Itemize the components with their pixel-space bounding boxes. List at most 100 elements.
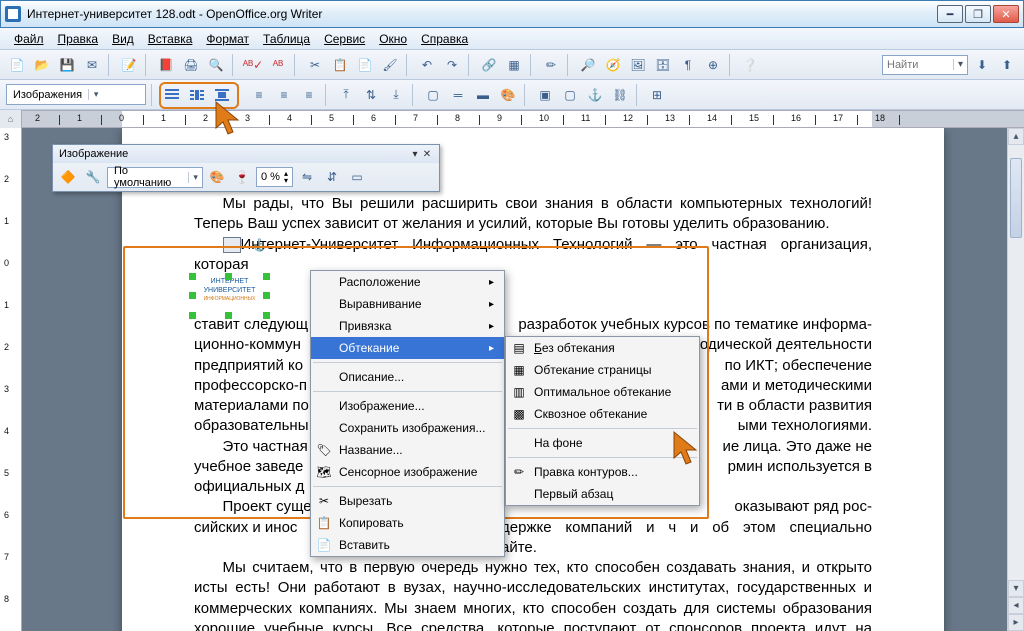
ctx-cut[interactable]: ✂Вырезать <box>311 490 504 512</box>
toolbar-dropdown-icon[interactable]: ▾ <box>409 149 421 160</box>
autospell-button[interactable]: ᴬᴮ <box>267 54 289 76</box>
ctx-name[interactable]: 🏷Название... <box>311 439 504 461</box>
ctx-image[interactable]: Изображение... <box>311 395 504 417</box>
save-button[interactable]: 💾 <box>56 54 78 76</box>
next-page-button[interactable]: ▸ <box>1008 614 1024 631</box>
wrap-page[interactable]: ▦Обтекание страницы <box>506 359 699 381</box>
email-button[interactable]: ✉ <box>81 54 103 76</box>
find-dropdown[interactable]: ▾ <box>953 59 967 70</box>
pdf-button[interactable]: 📕 <box>155 54 177 76</box>
image-toolbar[interactable]: Изображение ▾ ✕ 🔶 🔧 По умолчанию▾ 🎨 🍷 0 … <box>52 144 440 192</box>
find-next-button[interactable]: ⬇ <box>971 54 993 76</box>
wrap-first-para[interactable]: Первый абзац <box>506 483 699 505</box>
wrap-contour[interactable]: ✏Правка контуров... <box>506 461 699 483</box>
menu-table[interactable]: Таблица <box>257 30 316 48</box>
flip-h-button[interactable]: ⇋ <box>296 166 318 188</box>
transparency-button[interactable]: 🍷 <box>231 166 253 188</box>
wrap-through-button[interactable] <box>211 84 233 106</box>
menu-tools[interactable]: Сервис <box>318 30 371 48</box>
wrap-off-button[interactable] <box>161 84 183 106</box>
prev-page-button[interactable]: ◂ <box>1008 597 1024 614</box>
close-button[interactable]: ✕ <box>993 5 1019 23</box>
format-paint-button[interactable]: 🖌 <box>379 54 401 76</box>
wrap-submenu[interactable]: ▤Без обтекания ▦Обтекание страницы ▥Опти… <box>505 336 700 506</box>
wrap-none[interactable]: ▤Без обтекания <box>506 337 699 359</box>
gallery-button[interactable]: 🖼 <box>627 54 649 76</box>
redo-button[interactable]: ↷ <box>441 54 463 76</box>
align-left-button[interactable]: ≡ <box>248 84 270 106</box>
middle-button[interactable]: ⇅ <box>360 84 382 106</box>
ctx-sensor[interactable]: 🗺Сенсорное изображение <box>311 461 504 483</box>
wrap-optimal[interactable]: ▥Оптимальное обтекание <box>506 381 699 403</box>
graphics-mode-combo[interactable]: По умолчанию▾ <box>107 167 203 188</box>
wrap-background[interactable]: На фоне <box>506 432 699 454</box>
find-button[interactable]: 🔎 <box>577 54 599 76</box>
datasource-button[interactable]: 🗄 <box>652 54 674 76</box>
help-button[interactable]: ❔ <box>739 54 761 76</box>
color-button[interactable]: 🎨 <box>206 166 228 188</box>
linestyle-button[interactable]: ═ <box>447 84 469 106</box>
bring-front-button[interactable]: ▣ <box>534 84 556 106</box>
align-right-button[interactable]: ≡ <box>298 84 320 106</box>
paste-button[interactable]: 📄 <box>354 54 376 76</box>
scroll-up-button[interactable]: ▴ <box>1008 128 1024 145</box>
menu-file[interactable]: Файл <box>8 30 50 48</box>
navigator-button[interactable]: 🧭 <box>602 54 624 76</box>
bgcolor-button[interactable]: 🎨 <box>497 84 519 106</box>
align-center-button[interactable]: ≡ <box>273 84 295 106</box>
bottom-button[interactable]: ⤓ <box>385 84 407 106</box>
embedded-image[interactable]: ИНТЕРНЕТ УНИВЕРСИТЕТ ИНФОРМАЦИОННЫХ <box>193 277 266 315</box>
menu-format[interactable]: Формат <box>200 30 255 48</box>
menu-window[interactable]: Окно <box>373 30 413 48</box>
context-menu[interactable]: Расположение▸ Выравнивание▸ Привязка▸ Об… <box>310 270 505 557</box>
scroll-down-button[interactable]: ▾ <box>1008 580 1024 597</box>
graphics-menu-button[interactable]: 🔧 <box>82 166 104 188</box>
preview-button[interactable]: 🔍 <box>205 54 227 76</box>
ctx-copy[interactable]: 📋Копировать <box>311 512 504 534</box>
menu-insert[interactable]: Вставка <box>142 30 199 48</box>
frame-props-button[interactable]: ⊞ <box>646 84 668 106</box>
ctx-save-image[interactable]: Сохранить изображения... <box>311 417 504 439</box>
zoom-button[interactable]: ⊕ <box>702 54 724 76</box>
edit-mode-button[interactable]: 📝 <box>118 54 140 76</box>
image-toolbar-title[interactable]: Изображение ▾ ✕ <box>53 145 439 163</box>
wrap-page-button[interactable] <box>186 84 208 106</box>
minimize-button[interactable]: ━ <box>937 5 963 23</box>
nonprint-button[interactable]: ¶ <box>677 54 699 76</box>
horizontal-ruler[interactable]: 3210123456789101112131415161718 <box>22 110 1024 128</box>
unlink-button[interactable]: ⛓ <box>609 84 631 106</box>
drawing-button[interactable]: ✏ <box>540 54 562 76</box>
find-prev-button[interactable]: ⬆ <box>996 54 1018 76</box>
spellcheck-button[interactable]: ᴬᴮ✓ <box>242 54 264 76</box>
ctx-align[interactable]: Выравнивание▸ <box>311 293 504 315</box>
ctx-arrange[interactable]: Расположение▸ <box>311 271 504 293</box>
ctx-description[interactable]: Описание... <box>311 366 504 388</box>
print-button[interactable]: 🖨 <box>180 54 202 76</box>
ctx-wrap[interactable]: Обтекание▸ <box>311 337 504 359</box>
style-combo-dropdown[interactable]: ▾ <box>88 89 103 100</box>
hyperlink-button[interactable]: 🔗 <box>478 54 500 76</box>
top-button[interactable]: ⤒ <box>335 84 357 106</box>
new-doc-button[interactable]: 📄 <box>6 54 28 76</box>
style-combo[interactable]: Изображения ▾ <box>6 84 146 105</box>
wrap-through[interactable]: ▩Сквозное обтекание <box>506 403 699 425</box>
vertical-ruler[interactable]: 321012345678 <box>0 128 22 631</box>
frame-button[interactable]: ▭ <box>346 166 368 188</box>
cut-button[interactable]: ✂ <box>304 54 326 76</box>
find-box[interactable]: ▾ <box>882 55 968 75</box>
menu-view[interactable]: Вид <box>106 30 140 48</box>
anchor-button[interactable]: ⚓ <box>584 84 606 106</box>
ctx-paste[interactable]: 📄Вставить <box>311 534 504 556</box>
find-input[interactable] <box>883 59 953 71</box>
vertical-scrollbar[interactable]: ▴ ▾ ◂ ▸ <box>1007 128 1024 631</box>
ctx-anchor[interactable]: Привязка▸ <box>311 315 504 337</box>
open-button[interactable]: 📂 <box>31 54 53 76</box>
menu-help[interactable]: Справка <box>415 30 474 48</box>
maximize-button[interactable]: ❐ <box>965 5 991 23</box>
flip-v-button[interactable]: ⇵ <box>321 166 343 188</box>
scroll-thumb[interactable] <box>1010 158 1022 238</box>
toolbar-close-icon[interactable]: ✕ <box>421 149 433 160</box>
linecolor-button[interactable]: ▬ <box>472 84 494 106</box>
undo-button[interactable]: ↶ <box>416 54 438 76</box>
borders-button[interactable]: ▢ <box>422 84 444 106</box>
